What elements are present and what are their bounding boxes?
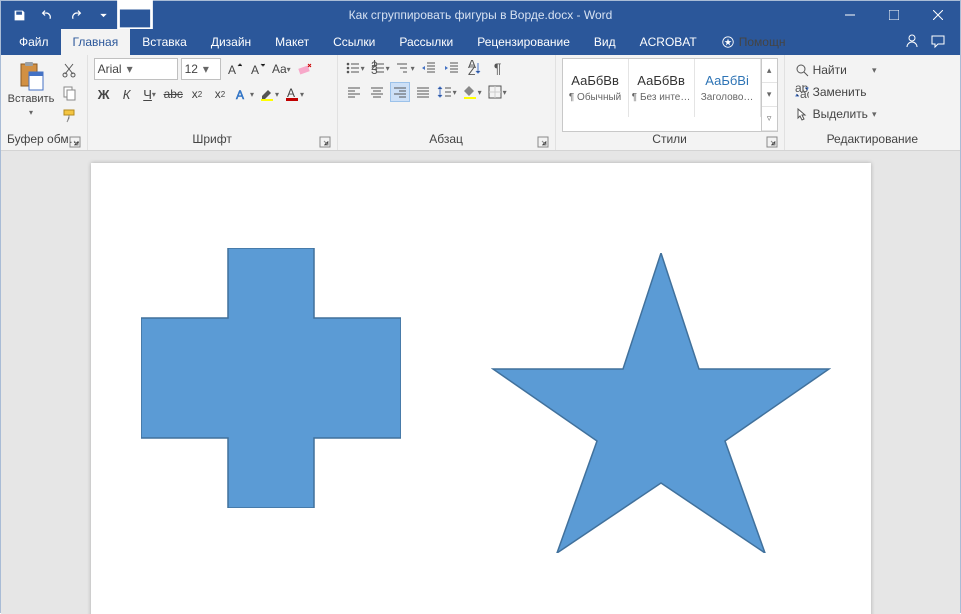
ribbon-tabs: Файл Главная Вставка Дизайн Макет Ссылки… — [1, 29, 960, 55]
tab-design[interactable]: Дизайн — [199, 29, 263, 55]
group-clipboard: Вставить ▾ Буфер обм… — [1, 55, 88, 150]
clear-formatting-button[interactable] — [295, 59, 315, 79]
align-center-button[interactable] — [367, 82, 387, 102]
superscript-button[interactable]: x2 — [210, 84, 230, 104]
tab-home[interactable]: Главная — [61, 29, 131, 55]
save-button[interactable] — [9, 5, 29, 25]
group-label-font: Шрифт — [192, 132, 231, 146]
highlight-button[interactable]: ▾ — [258, 84, 280, 104]
shrink-font-button[interactable]: A — [247, 59, 267, 79]
window-title: Как сгруппировать фигуры в Ворде.docx - … — [349, 8, 613, 22]
comments-icon[interactable] — [930, 33, 946, 52]
group-label-styles: Стили — [652, 132, 687, 146]
tell-me[interactable]: Помощн — [709, 29, 798, 55]
group-label-editing: Редактирование — [827, 132, 918, 146]
font-name-combo[interactable]: Arial▾ — [94, 58, 178, 80]
shading-button[interactable]: ▾ — [461, 82, 483, 102]
minimize-button[interactable] — [828, 1, 872, 29]
style-no-spacing[interactable]: АаБбВв¶ Без инте… — [629, 59, 695, 117]
maximize-button[interactable] — [872, 1, 916, 29]
tab-mailings[interactable]: Рассылки — [387, 29, 465, 55]
close-button[interactable] — [916, 1, 960, 29]
italic-button[interactable]: К — [117, 84, 137, 104]
format-painter-button[interactable] — [59, 106, 79, 126]
svg-text:A: A — [228, 63, 236, 77]
qat-customize-icon[interactable] — [93, 5, 113, 25]
styles-up[interactable]: ▴ — [762, 59, 777, 83]
tab-view[interactable]: Вид — [582, 29, 628, 55]
undo-button[interactable] — [37, 5, 57, 25]
copy-button[interactable] — [59, 83, 79, 103]
tab-insert[interactable]: Вставка — [130, 29, 199, 55]
styles-gallery: АаБбВв¶ Обычный АаБбВв¶ Без инте… АаБбВі… — [562, 58, 778, 132]
styles-dialog-launcher[interactable] — [766, 136, 778, 148]
subscript-button[interactable]: x2 — [187, 84, 207, 104]
bold-button[interactable]: Ж — [94, 84, 114, 104]
align-right-button[interactable] — [390, 82, 410, 102]
replace-button[interactable]: abacЗаменить — [791, 82, 881, 102]
multilevel-list-button[interactable]: ▾ — [394, 58, 416, 78]
shape-star[interactable] — [491, 253, 831, 553]
grow-font-button[interactable]: A — [224, 59, 244, 79]
tab-acrobat[interactable]: ACROBAT — [628, 29, 709, 55]
share-icon[interactable] — [904, 33, 920, 52]
borders-button[interactable]: ▾ — [486, 82, 508, 102]
sort-button[interactable]: AZ — [465, 58, 485, 78]
cut-button[interactable] — [59, 60, 79, 80]
increase-indent-button[interactable] — [442, 58, 462, 78]
tab-references[interactable]: Ссылки — [321, 29, 387, 55]
font-color-button[interactable]: A▾ — [283, 84, 305, 104]
clipboard-dialog-launcher[interactable] — [69, 136, 81, 148]
group-label-paragraph: Абзац — [429, 132, 463, 146]
svg-text:A: A — [251, 63, 259, 77]
paragraph-dialog-launcher[interactable] — [537, 136, 549, 148]
svg-text:A: A — [287, 86, 295, 100]
group-editing: Найти▾ abacЗаменить Выделить▾ Редактиров… — [785, 55, 960, 150]
show-marks-button[interactable]: ¶ — [488, 58, 508, 78]
title-bar: Как сгруппировать фигуры в Ворде.docx - … — [1, 1, 960, 29]
tabs-right — [904, 29, 960, 55]
style-heading1[interactable]: АаБбВіЗаголово… — [695, 59, 761, 117]
change-case-button[interactable]: Aa▾ — [270, 59, 292, 79]
styles-scroll: ▴ ▾ ▿ — [761, 59, 777, 131]
find-button[interactable]: Найти▾ — [791, 60, 881, 80]
page[interactable] — [91, 163, 871, 614]
group-styles: АаБбВв¶ Обычный АаБбВв¶ Без инте… АаБбВі… — [556, 55, 785, 150]
style-normal[interactable]: АаБбВв¶ Обычный — [563, 59, 629, 117]
decrease-indent-button[interactable] — [419, 58, 439, 78]
bullets-button[interactable]: ▾ — [344, 58, 366, 78]
styles-down[interactable]: ▾ — [762, 83, 777, 107]
paste-button[interactable]: Вставить ▾ — [7, 58, 55, 132]
redo-button[interactable] — [65, 5, 85, 25]
quick-access-toolbar — [1, 5, 113, 25]
ribbon: Вставить ▾ Буфер обм… Arial▾ 12▾ A A Aa▾… — [1, 55, 960, 151]
justify-button[interactable] — [413, 82, 433, 102]
svg-text:Z: Z — [468, 64, 475, 76]
strikethrough-button[interactable]: abc — [163, 84, 184, 104]
svg-text:3: 3 — [371, 63, 378, 76]
align-left-button[interactable] — [344, 82, 364, 102]
ribbon-display-options[interactable] — [113, 1, 157, 29]
group-paragraph: ▾ 123▾ ▾ AZ ¶ ▾ ▾ ▾ Абзац — [338, 55, 556, 150]
underline-button[interactable]: Ч▾ — [140, 84, 160, 104]
styles-more[interactable]: ▿ — [762, 107, 777, 131]
window-controls — [828, 1, 960, 29]
svg-text:A: A — [236, 88, 244, 102]
text-effects-button[interactable]: A▾ — [233, 84, 255, 104]
font-size-combo[interactable]: 12▾ — [181, 58, 221, 80]
numbering-button[interactable]: 123▾ — [369, 58, 391, 78]
svg-text:Aa: Aa — [272, 62, 287, 76]
line-spacing-button[interactable]: ▾ — [436, 82, 458, 102]
tab-file[interactable]: Файл — [7, 29, 61, 55]
select-button[interactable]: Выделить▾ — [791, 104, 881, 124]
tab-review[interactable]: Рецензирование — [465, 29, 582, 55]
shape-cross[interactable] — [141, 248, 401, 508]
tab-layout[interactable]: Макет — [263, 29, 321, 55]
document-area[interactable] — [1, 151, 960, 614]
group-font: Arial▾ 12▾ A A Aa▾ Ж К Ч▾ abc x2 x2 A▾ ▾… — [88, 55, 338, 150]
font-dialog-launcher[interactable] — [319, 136, 331, 148]
